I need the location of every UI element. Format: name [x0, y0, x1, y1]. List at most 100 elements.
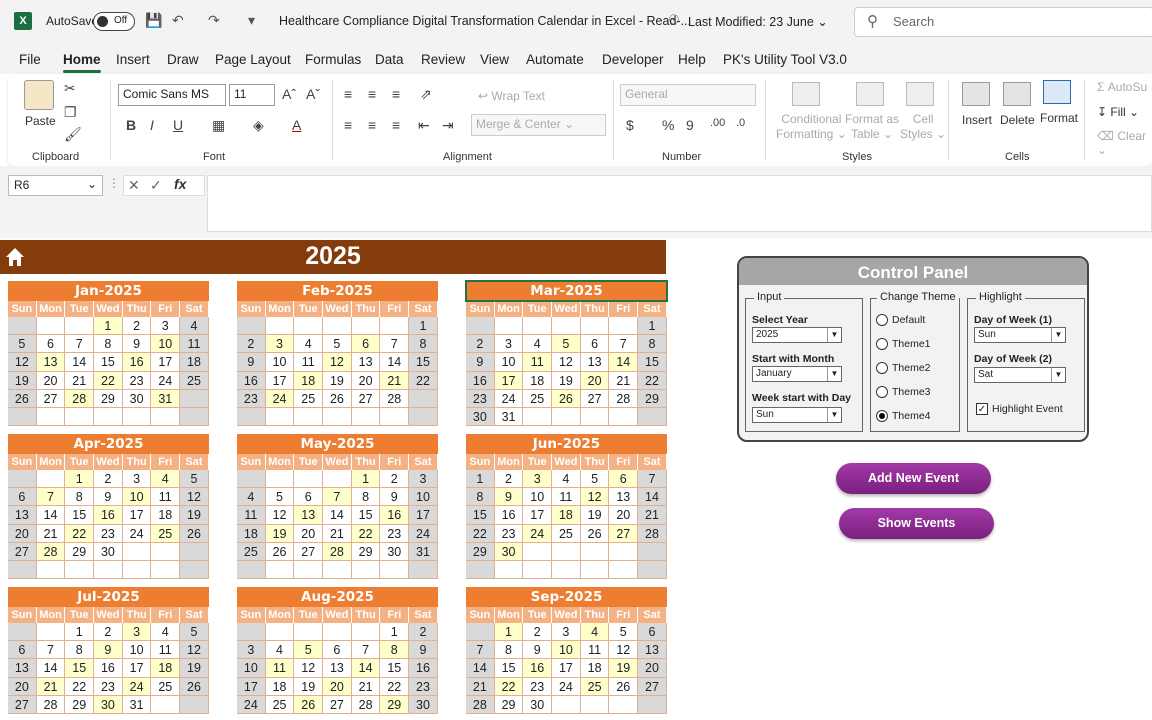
day-cell[interactable]: 19 [294, 677, 324, 696]
currency-icon[interactable]: $ [626, 117, 634, 133]
day-cell[interactable] [65, 317, 95, 336]
day-cell[interactable] [36, 560, 66, 580]
day-cell[interactable] [36, 317, 66, 336]
cancel-icon[interactable]: ✕ [128, 177, 140, 194]
day-cell[interactable]: 18 [523, 371, 553, 390]
day-cell[interactable] [323, 407, 352, 427]
day-cell[interactable]: 11 [523, 353, 553, 372]
dow1-dropdown[interactable]: Sun ▼ [974, 327, 1066, 343]
day-cell[interactable] [237, 470, 266, 489]
day-cell[interactable]: 25 [151, 677, 181, 696]
day-cell[interactable]: 1 [638, 317, 667, 336]
day-cell[interactable]: 18 [151, 506, 181, 525]
day-cell[interactable]: 20 [638, 659, 667, 678]
day-cell[interactable]: 11 [294, 353, 324, 372]
align-bottom-icon[interactable]: ≡ [392, 86, 400, 102]
day-cell[interactable]: 6 [609, 470, 639, 489]
autosave-toggle[interactable]: Off [93, 12, 135, 31]
day-cell[interactable]: 20 [8, 524, 37, 543]
day-cell[interactable]: 10 [122, 641, 152, 660]
align-left-icon[interactable]: ≡ [344, 117, 352, 133]
day-cell[interactable] [552, 317, 581, 336]
day-cell[interactable]: 31 [151, 389, 181, 408]
day-cell[interactable] [8, 470, 37, 489]
day-cell[interactable]: 15 [638, 353, 667, 372]
day-cell[interactable]: 19 [552, 371, 581, 390]
menu-tab-formulas[interactable]: Formulas [305, 52, 361, 67]
decrease-font-icon[interactable]: Aˇ [306, 86, 320, 102]
day-cell[interactable]: 8 [466, 488, 495, 507]
day-cell[interactable] [466, 623, 495, 642]
day-cell[interactable]: 23 [380, 524, 410, 543]
day-cell[interactable]: 29 [380, 695, 410, 714]
align-center-icon[interactable]: ≡ [368, 117, 376, 133]
day-cell[interactable]: 28 [380, 389, 410, 408]
day-cell[interactable]: 29 [638, 389, 667, 408]
day-cell[interactable]: 13 [8, 506, 37, 525]
month-header[interactable]: Aug-2025 [237, 587, 438, 607]
day-cell[interactable]: 25 [552, 524, 581, 543]
day-cell[interactable]: 1 [351, 470, 381, 489]
day-cell[interactable]: 18 [580, 659, 610, 678]
font-size-box[interactable]: 11 [229, 84, 275, 106]
day-cell[interactable]: 12 [294, 659, 324, 678]
day-cell[interactable]: 5 [8, 335, 37, 354]
day-cell[interactable]: 1 [65, 623, 95, 642]
day-cell[interactable]: 12 [323, 353, 352, 372]
day-cell[interactable]: 11 [151, 641, 181, 660]
day-cell[interactable]: 24 [151, 371, 181, 390]
day-cell[interactable]: 11 [552, 488, 581, 507]
day-cell[interactable]: 20 [323, 677, 352, 696]
day-cell[interactable] [638, 407, 667, 427]
day-cell[interactable]: 1 [494, 623, 524, 642]
menu-tab-home[interactable]: Home [63, 52, 101, 73]
day-cell[interactable]: 18 [180, 353, 209, 372]
day-cell[interactable]: 13 [609, 488, 639, 507]
day-cell[interactable] [180, 560, 209, 580]
menu-tab-view[interactable]: View [480, 52, 509, 67]
day-cell[interactable]: 5 [180, 470, 209, 489]
day-cell[interactable]: 4 [580, 623, 610, 642]
day-cell[interactable]: 5 [323, 335, 352, 354]
clear-button[interactable]: ⌫ Clear ⌄ [1097, 129, 1152, 157]
day-cell[interactable]: 16 [237, 371, 266, 390]
day-cell[interactable]: 17 [523, 506, 553, 525]
fill-button[interactable]: ↧ Fill ⌄ [1097, 105, 1139, 119]
day-cell[interactable]: 6 [638, 623, 667, 642]
day-cell[interactable]: 3 [552, 623, 581, 642]
day-cell[interactable]: 24 [494, 389, 524, 408]
search-box[interactable]: ⚲ Search [854, 7, 1152, 37]
day-cell[interactable]: 7 [36, 488, 66, 507]
paste-icon[interactable] [24, 80, 54, 110]
day-cell[interactable] [122, 407, 152, 427]
day-cell[interactable]: 12 [8, 353, 37, 372]
day-cell[interactable] [380, 560, 410, 580]
day-cell[interactable]: 27 [8, 542, 37, 561]
percent-icon[interactable]: % [662, 117, 674, 133]
day-cell[interactable]: 25 [265, 695, 295, 714]
day-cell[interactable] [523, 407, 553, 427]
home-icon[interactable] [4, 246, 26, 268]
day-cell[interactable] [380, 317, 410, 336]
cell-styles-button[interactable]: Cell Styles ⌄ [900, 112, 946, 142]
day-cell[interactable]: 7 [638, 470, 667, 489]
day-cell[interactable]: 8 [351, 488, 381, 507]
paste-button[interactable]: Paste [25, 114, 56, 128]
month-header[interactable]: Apr-2025 [8, 434, 209, 454]
decrease-decimal-icon[interactable]: .0 [736, 117, 745, 129]
day-cell[interactable]: 23 [237, 389, 266, 408]
day-cell[interactable]: 10 [523, 488, 553, 507]
day-cell[interactable]: 15 [380, 659, 410, 678]
day-cell[interactable]: 26 [323, 389, 352, 408]
day-cell[interactable]: 1 [94, 317, 123, 336]
day-cell[interactable] [237, 407, 266, 427]
menu-tab-draw[interactable]: Draw [167, 52, 199, 67]
day-cell[interactable]: 26 [294, 695, 324, 714]
day-cell[interactable] [466, 317, 495, 336]
day-cell[interactable]: 8 [409, 335, 438, 354]
day-cell[interactable]: 30 [466, 407, 495, 427]
day-cell[interactable]: 6 [580, 335, 610, 354]
day-cell[interactable]: 10 [237, 659, 266, 678]
align-right-icon[interactable]: ≡ [392, 117, 400, 133]
day-cell[interactable] [265, 560, 295, 580]
